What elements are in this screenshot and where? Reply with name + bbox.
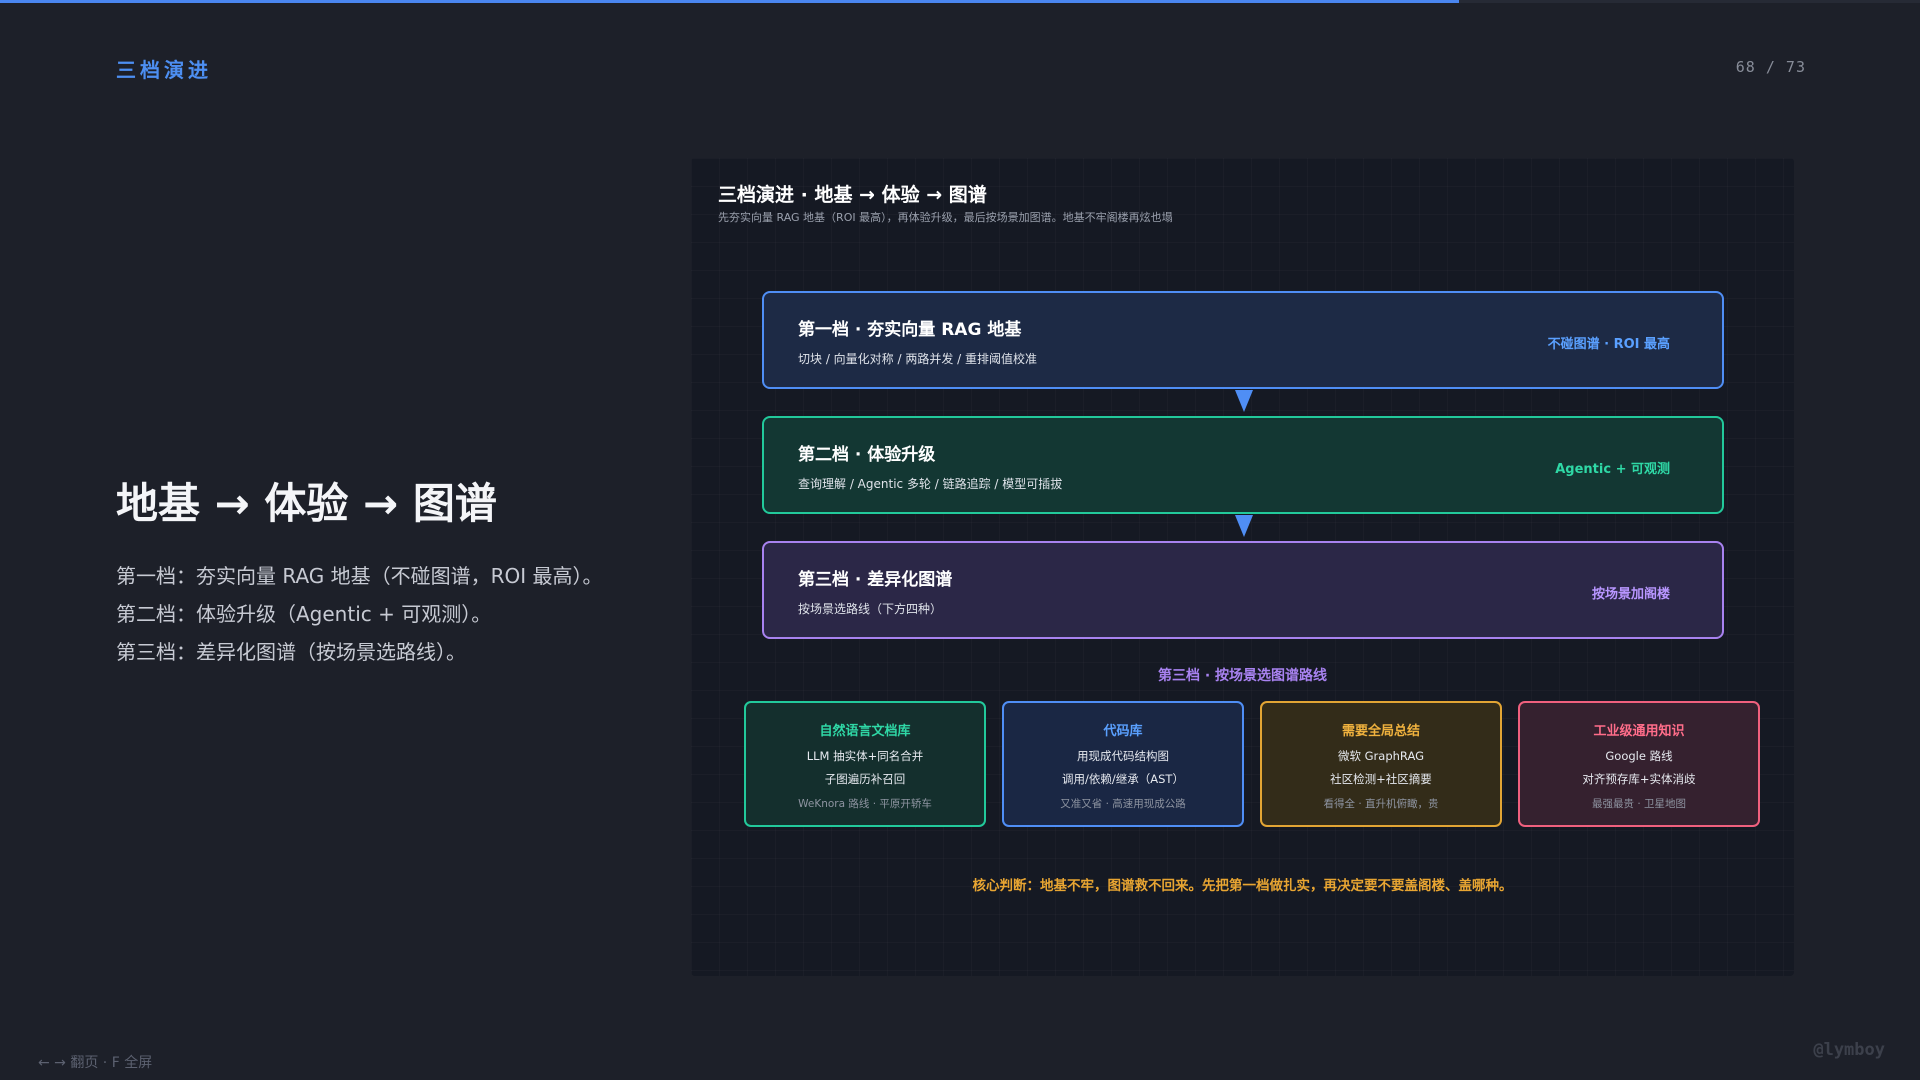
progress-bar (0, 0, 1460, 3)
tier-3-box: 第三档 · 差异化图谱 按场景选路线（下方四种） 按场景加阁楼 (762, 541, 1724, 639)
tier-3-tag: 按场景加阁楼 (1591, 587, 1670, 602)
route-detail: 子图遍历补召回 (824, 772, 906, 786)
route-name: 代码库 (1103, 724, 1143, 739)
tier-2-box: 第二档 · 体验升级 查询理解 / Agentic 多轮 / 链路追踪 / 模型… (762, 416, 1724, 514)
routes-heading: 第三档 · 按场景选图谱路线 (1157, 668, 1328, 684)
route-detail: 用现成代码结构图 (1077, 749, 1169, 763)
down-arrow-icon (1235, 515, 1253, 537)
route-name: 工业级通用知识 (1593, 724, 1685, 739)
route-note: WeKnora 路线 · 平原开轿车 (798, 798, 932, 810)
author-watermark: @lymboy (1813, 1040, 1885, 1060)
diagram-title: 三档演进 · 地基 → 体验 → 图谱 (718, 184, 987, 206)
tier-2-name: 第二档 · 体验升级 (798, 445, 936, 465)
route-detail: 对齐预存库+实体消歧 (1582, 772, 1696, 786)
tier-1-name: 第一档 · 夯实向量 RAG 地基 (798, 320, 1022, 340)
route-note: 看得全 · 直升机俯瞰，贵 (1323, 798, 1439, 810)
tier-1-box: 第一档 · 夯实向量 RAG 地基 切块 / 向量化对称 / 两路并发 / 重排… (762, 291, 1724, 389)
route-note: 最强最贵 · 卫星地图 (1591, 798, 1686, 810)
core-verdict: 核心判断：地基不牢，图谱救不回来。先把第一档做扎实，再决定要不要盖阁楼、盖哪种。 (972, 878, 1513, 894)
down-arrow-icon (1235, 390, 1253, 412)
route-detail: 微软 GraphRAG (1337, 749, 1425, 763)
tier-1-tag: 不碰图谱 · ROI 最高 (1547, 337, 1670, 352)
navigation-hint: ← → 翻页 · F 全屏 (38, 1055, 153, 1071)
summary-line-1: 第一档：夯实向量 RAG 地基（不碰图谱，ROI 最高）。 (116, 564, 603, 588)
route-card-code: 代码库 用现成代码结构图 调用/依赖/继承（AST） 又准又省 · 高速用现成公… (1002, 701, 1244, 827)
progress-track (0, 0, 1920, 3)
route-detail: Google 路线 (1605, 749, 1673, 763)
tier-diagram: 三档演进 · 地基 → 体验 → 图谱 先夯实向量 RAG 地基（ROI 最高）… (691, 158, 1794, 976)
route-card-global-summary: 需要全局总结 微软 GraphRAG 社区检测+社区摘要 看得全 · 直升机俯瞰… (1260, 701, 1502, 827)
route-name: 需要全局总结 (1341, 724, 1420, 739)
section-label: 三档演进 (116, 58, 212, 82)
tier-1-desc: 切块 / 向量化对称 / 两路并发 / 重排阈值校准 (798, 352, 1038, 366)
route-card-docs: 自然语言文档库 LLM 抽实体+同名合并 子图遍历补召回 WeKnora 路线 … (744, 701, 986, 827)
tier-2-desc: 查询理解 / Agentic 多轮 / 链路追踪 / 模型可插拔 (798, 477, 1063, 491)
route-detail: LLM 抽实体+同名合并 (806, 749, 924, 763)
slide-heading: 地基 → 体验 → 图谱 (116, 479, 497, 528)
route-note: 又准又省 · 高速用现成公路 (1060, 798, 1186, 810)
route-detail: 社区检测+社区摘要 (1330, 772, 1432, 786)
route-card-industrial: 工业级通用知识 Google 路线 对齐预存库+实体消歧 最强最贵 · 卫星地图 (1518, 701, 1760, 827)
diagram-subtitle: 先夯实向量 RAG 地基（ROI 最高），再体验升级，最后按场景加图谱。地基不牢… (718, 211, 1173, 224)
slide-text-panel: 地基 → 体验 → 图谱 第一档：夯实向量 RAG 地基（不碰图谱，ROI 最高… (116, 470, 676, 671)
summary-line-2: 第二档：体验升级（Agentic + 可观测）。 (116, 602, 492, 626)
page-counter: 68 / 73 (1735, 58, 1806, 76)
tier-3-desc: 按场景选路线（下方四种） (798, 602, 943, 616)
route-name: 自然语言文档库 (819, 724, 911, 739)
route-detail: 调用/依赖/继承（AST） (1062, 772, 1184, 786)
summary-line-3: 第三档：差异化图谱（按场景选路线）。 (116, 640, 466, 664)
tier-3-name: 第三档 · 差异化图谱 (798, 570, 953, 590)
tier-2-tag: Agentic + 可观测 (1555, 462, 1670, 477)
